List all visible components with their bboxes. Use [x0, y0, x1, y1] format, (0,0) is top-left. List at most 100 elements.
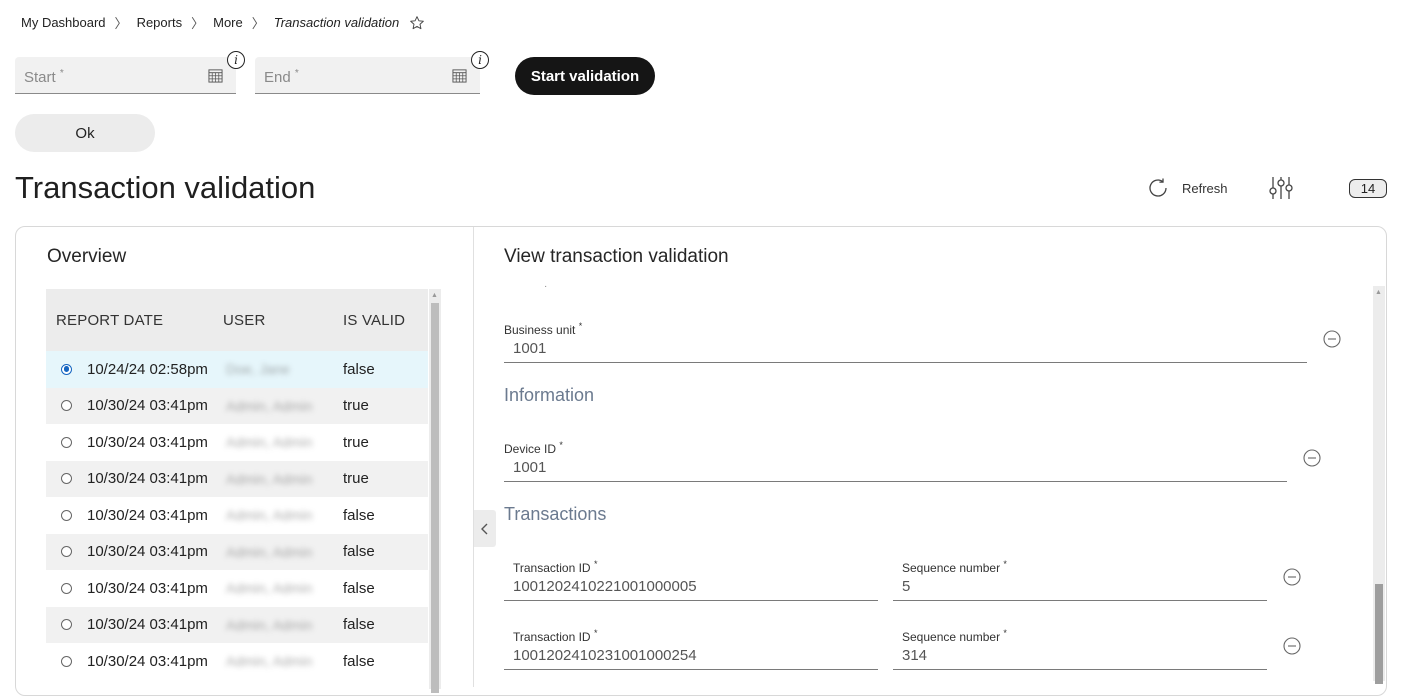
cell-user: Admin, Admin: [223, 424, 343, 461]
end-date-label: End *: [264, 68, 299, 86]
breadcrumb-separator: 〉: [114, 16, 128, 31]
cell-report-date: 10/30/24 03:41pm: [87, 579, 208, 597]
overview-title: Overview: [47, 246, 127, 267]
row-radio[interactable]: [46, 473, 87, 485]
sequence-number-field[interactable]: Sequence number * 314: [893, 628, 1267, 670]
remove-icon[interactable]: [1303, 449, 1321, 467]
column-is-valid[interactable]: IS VALID: [343, 312, 428, 329]
radio-button[interactable]: [61, 436, 72, 448]
truncated-field-hint: ·: [544, 281, 548, 292]
blurred-user-name: Admin, Admin: [226, 580, 313, 597]
blurred-user-name: Admin, Admin: [226, 470, 313, 487]
cell-user: Admin, Admin: [223, 534, 343, 571]
breadcrumb-reports[interactable]: Reports: [137, 15, 183, 30]
row-radio[interactable]: [46, 363, 87, 375]
radio-button[interactable]: [61, 473, 72, 485]
cell-is-valid: false: [343, 652, 375, 670]
table-row[interactable]: 10/30/24 03:41pm Admin, Admin true: [46, 460, 428, 497]
cell-is-valid: false: [343, 543, 375, 561]
overview-scrollbar[interactable]: ▲: [429, 289, 441, 693]
radio-button[interactable]: [61, 655, 72, 667]
table-header: REPORT DATE USER IS VALID: [46, 289, 428, 351]
collapse-panel-button[interactable]: [474, 510, 496, 547]
refresh-icon: [1149, 178, 1167, 197]
business-unit-label: Business unit *: [504, 321, 583, 337]
radio-button[interactable]: [61, 546, 72, 558]
remove-icon[interactable]: [1283, 568, 1301, 586]
table-row[interactable]: 10/30/24 03:41pm Admin, Admin false: [46, 643, 428, 680]
breadcrumb: My Dashboard 〉 Reports 〉 More 〉 Transact…: [21, 13, 425, 32]
start-date-field[interactable]: Start *: [15, 57, 236, 94]
sequence-number-label: Sequence number *: [902, 559, 1007, 575]
cell-is-valid: false: [343, 579, 375, 597]
start-info-icon[interactable]: i: [227, 51, 245, 69]
table-row[interactable]: 10/30/24 03:41pm Admin, Admin true: [46, 387, 428, 425]
cell-user: Admin, Admin: [223, 607, 343, 644]
detail-scrollbar[interactable]: ▲: [1373, 286, 1385, 684]
scroll-up-arrow[interactable]: ▲: [1375, 289, 1382, 296]
cell-user: Doe, Jane: [223, 351, 343, 388]
cell-user: Admin, Admin: [223, 570, 343, 607]
scrollbar-thumb[interactable]: [1375, 584, 1383, 684]
cell-is-valid: true: [343, 470, 369, 488]
cell-is-valid: false: [343, 360, 375, 378]
table-row[interactable]: 10/24/24 02:58pm Doe, Jane false: [46, 351, 428, 388]
refresh-button[interactable]: Refresh: [1146, 176, 1228, 200]
row-radio[interactable]: [46, 400, 87, 412]
calendar-icon[interactable]: [452, 68, 467, 83]
breadcrumb-my-dashboard[interactable]: My Dashboard: [21, 15, 106, 30]
transaction-id-field[interactable]: Transaction ID * 1001202410221001000005: [504, 559, 878, 601]
radio-button[interactable]: [61, 509, 72, 521]
row-radio[interactable]: [46, 546, 87, 558]
breadcrumb-separator: 〉: [191, 16, 205, 31]
device-id-label: Device ID *: [504, 440, 563, 456]
radio-button[interactable]: [61, 619, 72, 631]
cell-report-date: 10/30/24 03:41pm: [87, 652, 208, 670]
transaction-id-label: Transaction ID *: [513, 628, 598, 644]
business-unit-field[interactable]: Business unit * 1001: [504, 321, 1307, 363]
filter-settings-icon[interactable]: [1268, 175, 1294, 201]
breadcrumb-separator: 〉: [251, 16, 265, 31]
end-info-icon[interactable]: i: [471, 51, 489, 69]
column-report-date[interactable]: REPORT DATE: [46, 312, 223, 329]
cell-user: Admin, Admin: [223, 497, 343, 534]
end-date-field[interactable]: End *: [255, 57, 480, 94]
table-row[interactable]: 10/30/24 03:41pm Admin, Admin false: [46, 606, 428, 644]
table-row[interactable]: 10/30/24 03:41pm Admin, Admin false: [46, 533, 428, 571]
column-user[interactable]: USER: [223, 312, 343, 329]
calendar-icon[interactable]: [208, 68, 223, 83]
row-radio[interactable]: [46, 619, 87, 631]
remove-icon[interactable]: [1323, 330, 1341, 348]
sequence-number-field[interactable]: Sequence number * 5: [893, 559, 1267, 601]
cell-report-date: 10/30/24 03:41pm: [87, 616, 208, 634]
transaction-id-value: 1001202410221001000005: [513, 578, 697, 595]
row-radio[interactable]: [46, 436, 87, 448]
blurred-user-name: Admin, Admin: [226, 543, 313, 560]
scrollbar-thumb[interactable]: [431, 303, 439, 693]
radio-button[interactable]: [61, 363, 72, 375]
panel-divider: [473, 227, 474, 687]
transactions-heading: Transactions: [504, 504, 607, 524]
transaction-id-field[interactable]: Transaction ID * 1001202410231001000254: [504, 628, 878, 670]
information-heading: Information: [504, 385, 595, 405]
table-row[interactable]: 10/30/24 03:41pm Admin, Admin false: [46, 570, 428, 607]
sequence-number-value: 5: [902, 578, 911, 595]
cell-user: Admin, Admin: [223, 388, 343, 425]
table-row[interactable]: 10/30/24 03:41pm Admin, Admin false: [46, 497, 428, 534]
favorite-star-icon[interactable]: [409, 15, 425, 31]
ok-button[interactable]: Ok: [15, 114, 155, 152]
row-radio[interactable]: [46, 509, 87, 521]
blurred-user-name: Admin, Admin: [226, 616, 313, 633]
row-radio[interactable]: [46, 582, 87, 594]
radio-button[interactable]: [61, 582, 72, 594]
refresh-label: Refresh: [1182, 180, 1228, 196]
row-radio[interactable]: [46, 655, 87, 667]
remove-icon[interactable]: [1283, 637, 1301, 655]
breadcrumb-more[interactable]: More: [213, 15, 243, 30]
start-validation-button[interactable]: Start validation: [515, 57, 655, 95]
device-id-field[interactable]: Device ID * 1001: [504, 440, 1287, 482]
scroll-up-arrow[interactable]: ▲: [431, 292, 438, 299]
cell-report-date: 10/30/24 03:41pm: [87, 397, 208, 415]
table-row[interactable]: 10/30/24 03:41pm Admin, Admin true: [46, 424, 428, 461]
radio-button[interactable]: [61, 400, 72, 412]
